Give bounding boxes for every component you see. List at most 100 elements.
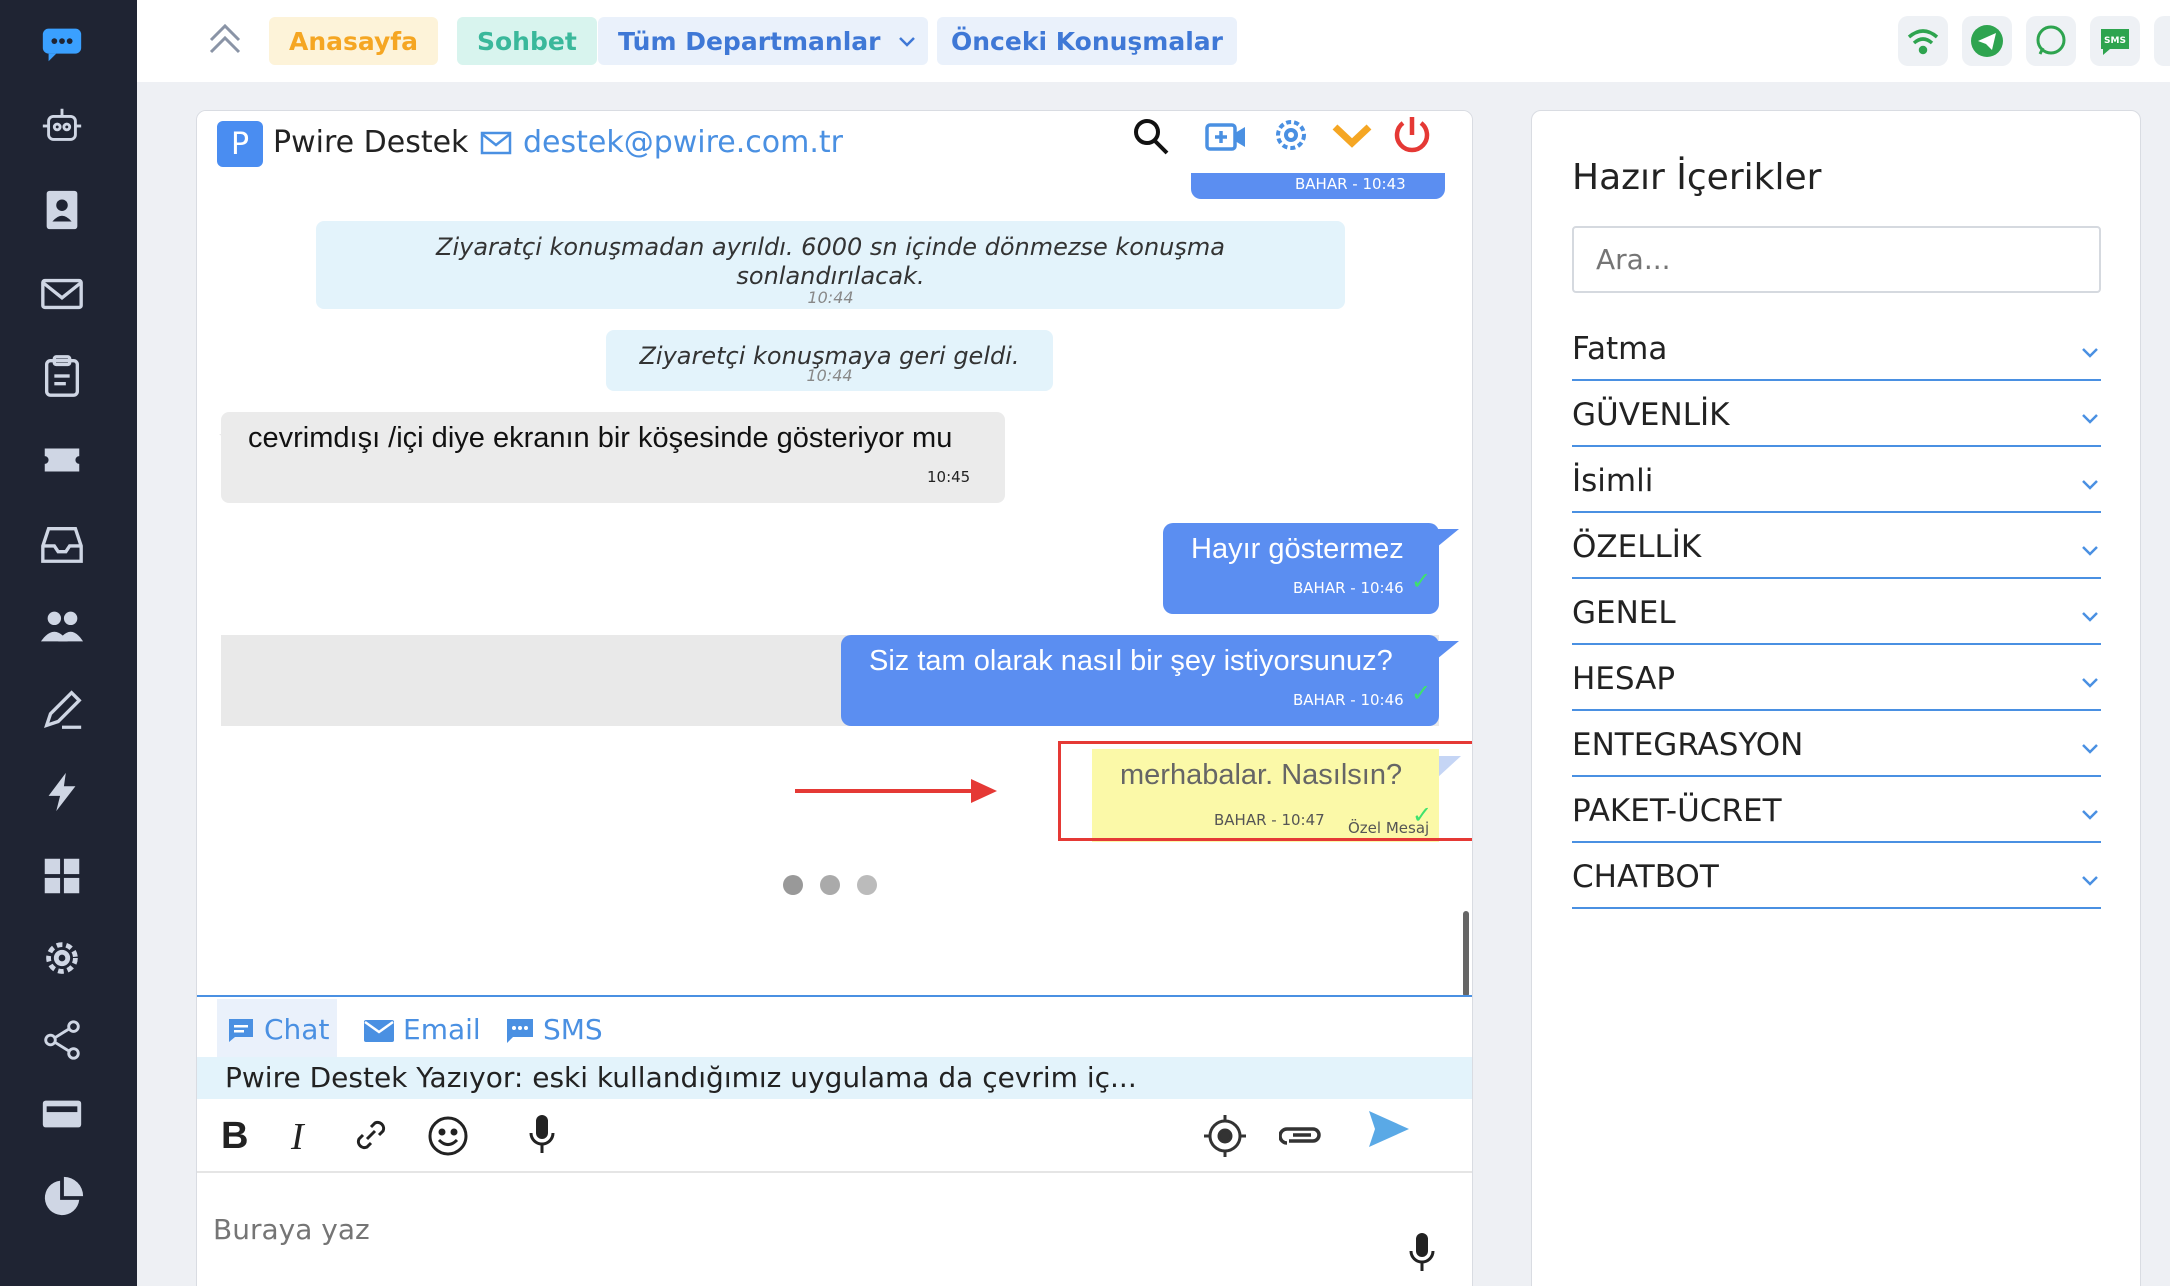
tab-email-channel[interactable]: Email [363, 999, 493, 1057]
grid-icon[interactable] [38, 852, 86, 900]
whatsapp-icon[interactable] [2026, 16, 2076, 66]
message-input[interactable] [207, 1179, 1327, 1279]
tab-home[interactable]: Anasayfa [269, 17, 439, 65]
highlight-box [1058, 741, 1472, 841]
category-label: Fatma [1572, 331, 1668, 367]
microphone-icon[interactable] [527, 1113, 557, 1161]
top-bar: Anasayfa Sohbet Tüm Departmanlar Önceki … [137, 0, 2170, 82]
chevron-down-icon [2079, 803, 2101, 829]
tab-sms-channel[interactable]: SMS [505, 999, 615, 1057]
system-message-text: Ziyaratçi konuşmadan ayrıldı. 6000 sn iç… [436, 233, 1225, 290]
panel-title: Hazır İçerikler [1572, 157, 1822, 198]
department-select-label: Tüm Departmanlar [618, 26, 881, 56]
user-status-icon[interactable] [2154, 16, 2170, 66]
lightning-icon[interactable] [38, 768, 86, 816]
check-icon: ✓ [1411, 567, 1432, 595]
message-text: cevrimdışı /içi diye ekranın bir köşesin… [248, 422, 953, 454]
wifi-icon[interactable] [1898, 16, 1948, 66]
contacts-icon[interactable] [38, 186, 86, 234]
bold-icon[interactable]: B [221, 1115, 257, 1159]
ticket-icon[interactable] [38, 436, 86, 484]
agent-message: Hayır göstermez BAHAR - 10:46 ✓ [1163, 523, 1439, 614]
italic-icon[interactable]: I [291, 1115, 327, 1159]
inbox-archive-icon[interactable] [38, 520, 86, 568]
chevron-down-icon [2079, 869, 2101, 895]
mail-icon[interactable] [38, 270, 86, 318]
category-item[interactable]: ENTEGRASYON [1572, 711, 2101, 777]
category-item[interactable]: GENEL [1572, 579, 2101, 645]
typing-preview-bar: Pwire Destek Yazıyor: eski kullandığımız… [197, 1057, 1472, 1099]
search-input[interactable] [1572, 226, 2101, 293]
tab-chat[interactable]: Sohbet [457, 17, 597, 65]
users-icon[interactable] [38, 602, 86, 650]
agent-email[interactable]: destek@pwire.com.tr [523, 125, 843, 160]
chat-scrollbar[interactable] [1463, 911, 1469, 997]
settings-gear-icon[interactable] [38, 934, 86, 982]
category-item[interactable]: HESAP [1572, 645, 2101, 711]
bubble-tail [1437, 529, 1459, 547]
category-label: GENEL [1572, 595, 1676, 631]
typing-indicator [783, 875, 878, 899]
category-item[interactable]: İsimli [1572, 447, 2101, 513]
system-message: Ziyaretçi konuşmaya geri geldi. 10:44 [606, 330, 1053, 391]
attachment-icon[interactable] [1278, 1121, 1323, 1155]
message-meta: BAHAR - 10:46 [1293, 691, 1404, 709]
share-icon[interactable] [38, 1016, 86, 1064]
category-label: CHATBOT [1572, 859, 1719, 895]
video-call-icon[interactable] [1205, 119, 1247, 155]
category-item[interactable]: CHATBOT [1572, 843, 2101, 909]
tab-previous-conversations[interactable]: Önceki Konuşmalar [937, 17, 1237, 65]
tab-label: Email [403, 1013, 481, 1046]
envelope-icon [480, 131, 512, 159]
category-label: İsimli [1572, 463, 1654, 499]
department-select[interactable]: Tüm Departmanlar [598, 17, 928, 65]
emoji-icon[interactable] [427, 1115, 469, 1161]
clipboard-icon[interactable] [38, 352, 86, 400]
microphone-icon[interactable] [1407, 1231, 1437, 1279]
chevron-down-icon [896, 29, 918, 58]
link-icon[interactable] [353, 1117, 389, 1157]
input-divider [197, 1171, 1472, 1173]
tab-label: SMS [543, 1013, 603, 1046]
tab-chat-channel[interactable]: Chat [217, 999, 337, 1057]
visitor-message: cevrimdışı /içi diye ekranın bir köşesin… [221, 412, 1005, 503]
category-item[interactable]: PAKET-ÜCRET [1572, 777, 2101, 843]
chevron-down-icon [2079, 341, 2101, 367]
pie-chart-icon[interactable] [38, 1174, 86, 1222]
arrow-annotation [795, 779, 997, 803]
bubble-tail [1437, 641, 1459, 659]
search-icon[interactable] [1131, 115, 1171, 159]
agent-message: Siz tam olarak nasıl bir şey istiyorsunu… [841, 635, 1439, 726]
chevron-down-icon [2079, 671, 2101, 697]
send-icon[interactable] [1367, 1109, 1411, 1153]
chat-bubbles-icon[interactable] [38, 20, 86, 68]
settings-gear-icon[interactable] [1271, 115, 1311, 155]
chevron-down-icon [2079, 539, 2101, 565]
category-label: ENTEGRASYON [1572, 727, 1804, 763]
edit-pen-icon[interactable] [38, 686, 86, 734]
system-message: Ziyaratçi konuşmadan ayrıldı. 6000 sn iç… [316, 221, 1345, 309]
typing-preview-text: Pwire Destek Yazıyor: eski kullandığımız… [225, 1061, 1137, 1094]
collapse-up-icon[interactable] [205, 18, 245, 58]
sms-icon [507, 1019, 533, 1043]
system-message-time: 10:44 [807, 288, 854, 307]
chevron-down-icon[interactable] [1331, 121, 1373, 151]
category-item[interactable]: ÖZELLİK [1572, 513, 2101, 579]
category-label: PAKET-ÜCRET [1572, 793, 1782, 829]
power-icon[interactable] [1391, 113, 1433, 155]
billing-card-icon[interactable] [38, 1090, 86, 1138]
category-label: HESAP [1572, 661, 1676, 697]
agent-name: Pwire Destek [273, 125, 469, 160]
category-label: GÜVENLİK [1572, 397, 1730, 433]
tab-label: Chat [264, 1013, 330, 1046]
sms-icon[interactable]: SMS [2090, 16, 2140, 66]
mail-icon [364, 1020, 394, 1042]
category-item[interactable]: Fatma [1572, 315, 2101, 381]
message-meta: BAHAR - 10:46 [1293, 579, 1404, 597]
category-item[interactable]: GÜVENLİK [1572, 381, 2101, 447]
robot-icon[interactable] [38, 102, 86, 150]
telegram-icon[interactable] [1962, 16, 2012, 66]
system-message-time: 10:44 [806, 366, 853, 385]
location-target-icon[interactable] [1202, 1113, 1248, 1163]
chevron-down-icon [2079, 407, 2101, 433]
